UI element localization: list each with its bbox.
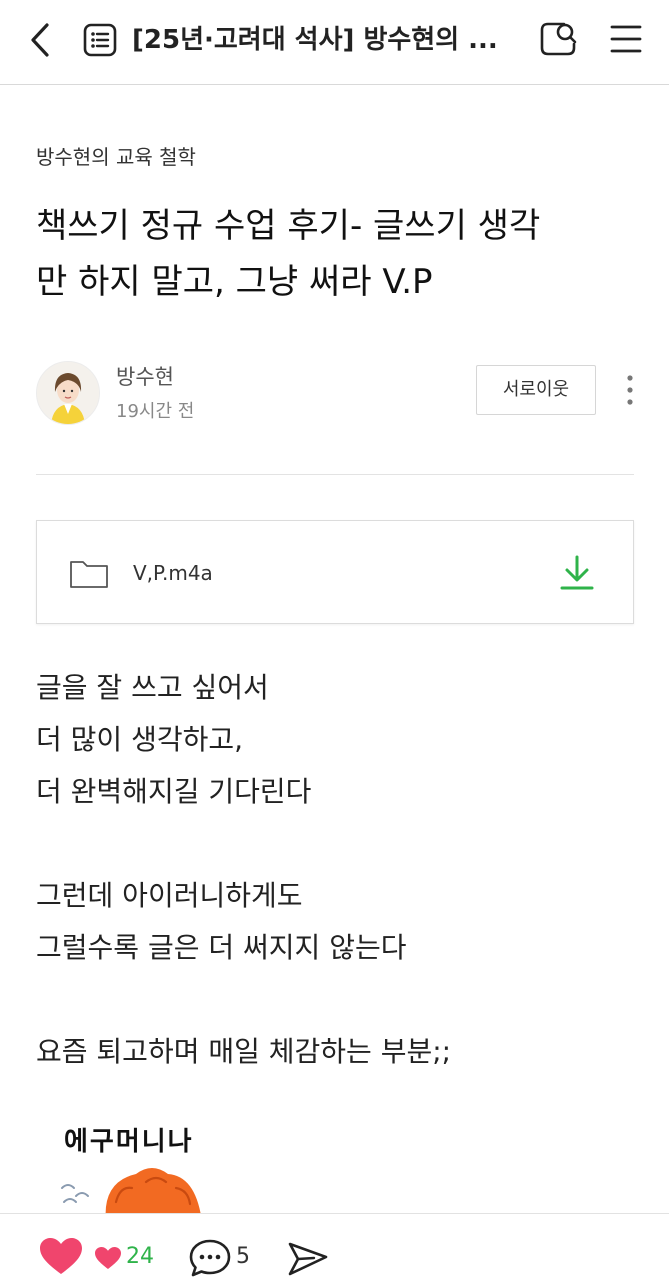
post-timestamp: 19시간 전 [116,401,195,422]
body-line: 그런데 아이러니하게도 [36,879,303,912]
list-icon[interactable] [82,22,118,58]
divider [36,474,634,475]
post-category[interactable]: 방수현의 교육 철학 [36,140,196,174]
post-title-line2: 만 하지 말고, 그냥 써라 V.P [36,262,433,302]
small-heart-icon [94,1246,122,1270]
vertical-dots-icon[interactable] [618,372,642,408]
post-title: 책쓰기 정규 수업 후기- 글쓰기 생각 만 하지 말고, 그냥 써라 V.P [36,198,636,310]
top-header: [25년·고려대 석사] 방수현의 ... [0,0,669,85]
sticker-image: 에구머니나 [56,1118,276,1218]
like-count[interactable]: 24 [126,1240,154,1274]
author-name[interactable]: 방수현 [116,362,174,392]
hamburger-menu-icon[interactable] [608,20,644,58]
comment-bubble-icon[interactable] [188,1238,232,1278]
body-line [36,818,636,870]
neighbor-button[interactable]: 서로이웃 [476,365,596,415]
blog-title[interactable]: [25년·고려대 석사] 방수현의 ... [132,20,502,60]
body-line: 글을 잘 쓰고 싶어서 [36,671,269,704]
folder-icon [69,557,109,589]
bottom-action-bar: 24 5 [0,1213,669,1280]
post-body: 글을 잘 쓰고 싶어서 더 많이 생각하고, 더 완벽해지길 기다린다 그런데 … [36,662,636,1078]
heart-icon[interactable] [38,1236,84,1276]
blog-post-page: [25년·고려대 석사] 방수현의 ... 방수현의 교육 철학 책쓰기 정규 … [0,0,669,1280]
body-line: 요즘 퇴고하며 매일 체감하는 부분;; [36,1035,452,1068]
author-avatar[interactable] [36,361,100,425]
body-line [36,974,636,1026]
body-line: 더 완벽해지길 기다린다 [36,775,312,808]
blog-search-icon[interactable] [538,18,580,60]
send-icon[interactable] [286,1240,330,1278]
post-title-line1: 책쓰기 정규 수업 후기- 글쓰기 생각 [36,206,541,246]
body-line: 더 많이 생각하고, [36,723,244,756]
chevron-left-icon[interactable] [26,20,56,60]
file-name: V,P.m4a [133,561,213,585]
body-line: 그럴수록 글은 더 써지지 않는다 [36,931,407,964]
file-attachment-card[interactable]: V,P.m4a [36,520,634,624]
comment-count[interactable]: 5 [236,1240,250,1274]
download-icon[interactable] [557,553,597,593]
